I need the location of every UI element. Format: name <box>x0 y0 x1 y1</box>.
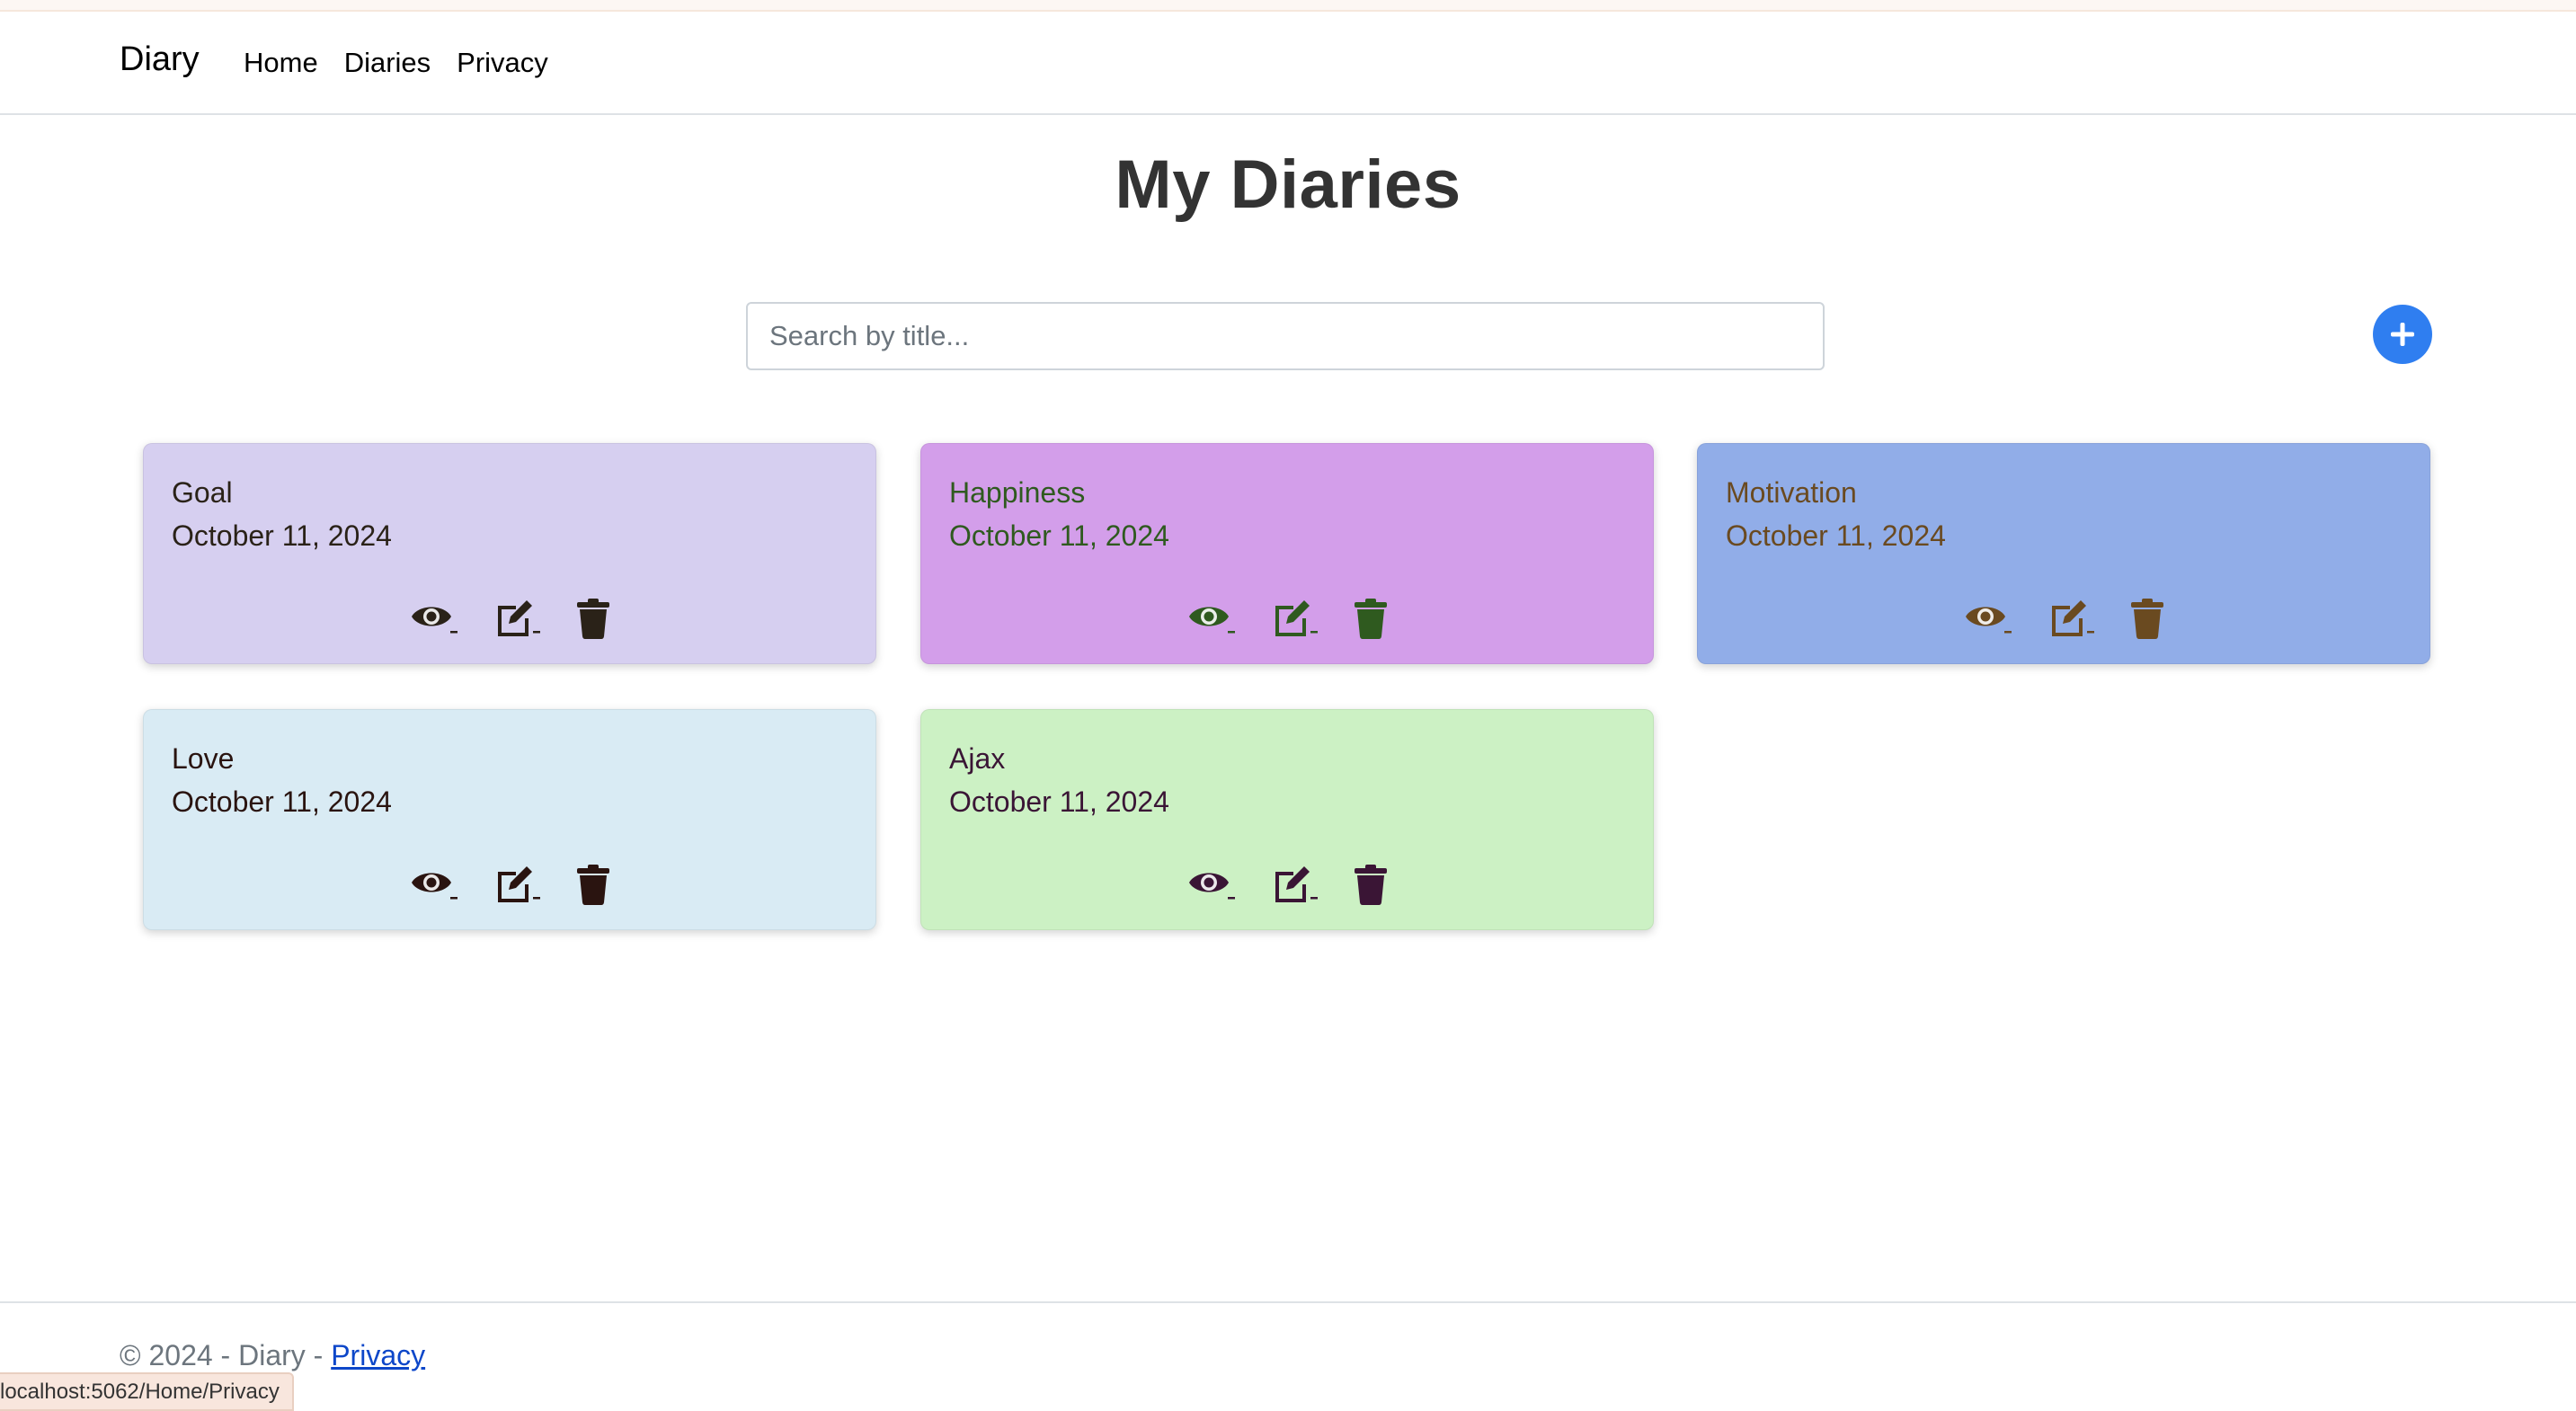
edit-button[interactable] <box>493 863 543 906</box>
browser-top-strip <box>0 0 2576 12</box>
card-title: Motivation <box>1726 476 1857 509</box>
footer-text: © 2024 - Diary - <box>120 1339 332 1371</box>
brand-link[interactable]: Diary <box>120 40 200 79</box>
search-input[interactable] <box>746 302 1825 370</box>
card-actions <box>921 863 1655 906</box>
edit-icon <box>1275 866 1318 902</box>
trash-icon <box>577 865 609 905</box>
eye-icon <box>1189 607 1235 634</box>
footer-privacy-link[interactable]: Privacy <box>331 1339 425 1371</box>
diary-card: Goal October 11, 2024 <box>143 443 876 664</box>
card-actions <box>144 863 877 906</box>
delete-button[interactable] <box>575 597 611 640</box>
edit-icon <box>1275 600 1318 636</box>
card-title: Love <box>172 742 235 775</box>
view-button[interactable] <box>1187 863 1238 906</box>
eye-icon <box>1966 607 2012 634</box>
diary-card: Love October 11, 2024 <box>143 709 876 930</box>
delete-button[interactable] <box>2129 597 2165 640</box>
card-title: Happiness <box>949 476 1086 509</box>
card-date: October 11, 2024 <box>172 519 392 552</box>
footer-divider <box>0 1301 2576 1303</box>
eye-icon <box>412 873 457 900</box>
eye-icon <box>1189 873 1235 900</box>
edit-button[interactable] <box>493 597 543 640</box>
edit-icon <box>2052 600 2094 636</box>
nav-links: Home Diaries Privacy <box>244 47 548 79</box>
card-date: October 11, 2024 <box>1726 519 1946 552</box>
edit-button[interactable] <box>1270 597 1320 640</box>
view-button[interactable] <box>410 597 460 640</box>
delete-button[interactable] <box>1353 863 1389 906</box>
trash-icon <box>577 599 609 639</box>
edit-button[interactable] <box>1270 863 1320 906</box>
edit-icon <box>498 600 540 636</box>
eye-icon <box>412 607 457 634</box>
trash-icon <box>2131 599 2163 639</box>
diary-card: Happiness October 11, 2024 <box>920 443 1654 664</box>
edit-button[interactable] <box>2047 597 2097 640</box>
diary-card: Motivation October 11, 2024 <box>1697 443 2430 664</box>
footer: © 2024 - Diary - Privacy <box>120 1339 425 1372</box>
card-actions <box>144 597 877 640</box>
delete-button[interactable] <box>1353 597 1389 640</box>
add-diary-button[interactable] <box>2373 305 2432 364</box>
diary-card: Ajax October 11, 2024 <box>920 709 1654 930</box>
view-button[interactable] <box>1964 597 2014 640</box>
card-date: October 11, 2024 <box>949 519 1169 552</box>
card-title: Ajax <box>949 742 1006 775</box>
card-date: October 11, 2024 <box>172 785 392 818</box>
trash-icon <box>1355 599 1387 639</box>
nav-link-home[interactable]: Home <box>244 47 318 79</box>
plus-icon <box>2391 323 2414 346</box>
card-date: October 11, 2024 <box>949 785 1169 818</box>
edit-icon <box>498 866 540 902</box>
delete-button[interactable] <box>575 863 611 906</box>
trash-icon <box>1355 865 1387 905</box>
nav-link-privacy[interactable]: Privacy <box>457 47 548 79</box>
view-button[interactable] <box>1187 597 1238 640</box>
card-actions <box>1698 597 2431 640</box>
card-title: Goal <box>172 476 233 509</box>
card-actions <box>921 597 1655 640</box>
page-title: My Diaries <box>1115 146 1461 223</box>
view-button[interactable] <box>410 863 460 906</box>
status-bar-url: localhost:5062/Home/Privacy <box>0 1372 294 1411</box>
navbar: Diary Home Diaries Privacy <box>0 12 2576 115</box>
nav-link-diaries[interactable]: Diaries <box>344 47 431 79</box>
